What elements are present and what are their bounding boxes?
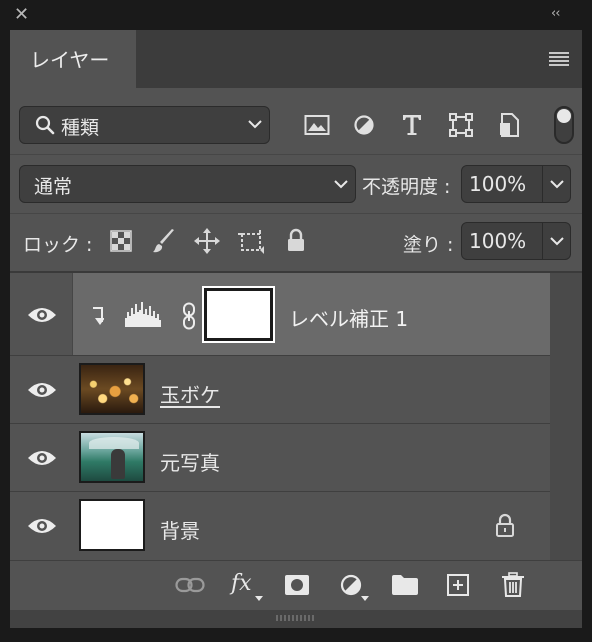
opacity-divider — [542, 166, 543, 202]
image-filter-icon[interactable] — [304, 114, 330, 136]
lock-image-pixels-icon[interactable] — [152, 228, 176, 254]
levels-histogram-icon — [125, 302, 161, 327]
adjustment-filter-icon[interactable] — [353, 114, 375, 136]
layer-lock-icon[interactable] — [495, 513, 515, 537]
add-layer-mask-icon[interactable] — [284, 574, 310, 596]
divider — [10, 213, 582, 214]
filter-kind-label: 種類 — [61, 117, 100, 139]
visibility-eye-icon[interactable] — [26, 380, 58, 400]
blend-mode-value: 通常 — [34, 176, 73, 198]
visibility-eye-icon[interactable] — [26, 516, 58, 536]
lock-artboard-icon[interactable] — [238, 228, 266, 254]
type-filter-icon[interactable] — [401, 113, 423, 137]
smart-object-filter-icon[interactable] — [499, 112, 521, 138]
filter-toggle-knob — [557, 109, 571, 123]
footer-divider — [10, 560, 582, 561]
opacity-label: 不透明度 : — [362, 176, 451, 198]
fill-divider — [542, 223, 543, 259]
opacity-value: 100% — [469, 172, 527, 196]
layer-thumbnail-bokeh[interactable] — [79, 363, 145, 415]
filter-kind-dropdown[interactable] — [19, 106, 270, 144]
search-icon — [35, 115, 55, 135]
link-layers-icon[interactable] — [175, 577, 205, 593]
new-layer-icon[interactable] — [446, 573, 470, 597]
panel-titlebar — [0, 0, 592, 30]
layer-mask-thumbnail[interactable] — [202, 286, 275, 343]
lock-all-icon[interactable] — [286, 228, 306, 252]
panel-menu-icon[interactable] — [549, 52, 569, 66]
visibility-eye-icon[interactable] — [26, 448, 58, 468]
layer-name[interactable]: 背景 — [160, 515, 200, 544]
fill-value: 100% — [469, 229, 527, 253]
filter-toggle-switch[interactable] — [554, 106, 574, 144]
shape-filter-icon[interactable] — [449, 113, 473, 137]
layer-name[interactable]: レベル補正 1 — [289, 303, 408, 332]
layers-scrollbar[interactable] — [550, 273, 582, 560]
lock-transparent-pixels-icon[interactable] — [110, 230, 132, 252]
lock-label: ロック : — [23, 234, 93, 256]
layer-thumbnail-background[interactable] — [79, 499, 145, 551]
opacity-chevron-down-icon[interactable] — [549, 178, 565, 190]
new-adjustment-layer-icon[interactable] — [339, 573, 363, 597]
lock-position-icon[interactable] — [194, 228, 220, 254]
clipping-mask-arrow-icon — [93, 307, 104, 325]
fill-chevron-down-icon[interactable] — [549, 235, 565, 247]
fx-dropdown-triangle-icon — [255, 596, 263, 601]
collapse-panel-icon[interactable]: ‹‹ — [551, 6, 560, 21]
layer-name[interactable]: 玉ボケ — [160, 379, 220, 408]
fill-label: 塗り : — [403, 234, 454, 256]
mask-link-icon[interactable] — [182, 302, 196, 330]
divider — [10, 154, 582, 155]
chevron-down-icon — [334, 180, 348, 189]
visibility-eye-icon[interactable] — [26, 305, 58, 325]
layer-style-fx-icon[interactable]: fx — [231, 571, 252, 596]
chevron-down-icon — [248, 120, 262, 129]
close-panel-icon[interactable]: ✕ — [14, 4, 29, 26]
adjustment-dropdown-triangle-icon — [361, 596, 369, 601]
tab-layers-label: レイヤー — [30, 48, 110, 72]
layer-name[interactable]: 元写真 — [160, 447, 220, 476]
resize-grip-icon[interactable] — [276, 615, 316, 621]
new-group-folder-icon[interactable] — [391, 574, 419, 596]
layer-thumbnail-photo[interactable] — [79, 431, 145, 483]
delete-layer-trash-icon[interactable] — [501, 572, 525, 598]
